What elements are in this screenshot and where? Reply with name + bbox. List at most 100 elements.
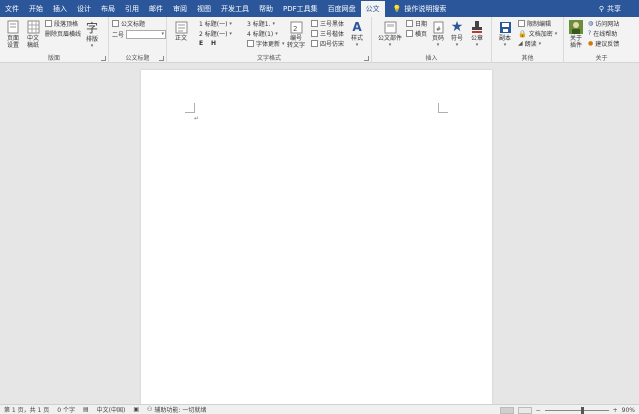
date-button[interactable]: 日期 [406, 19, 427, 28]
about-plugin-button[interactable]: 关于 插件 [567, 20, 585, 49]
macro-icon[interactable]: ▣ [129, 406, 143, 413]
e-label: E [199, 40, 204, 47]
language-indicator[interactable]: 中文(中国) [93, 405, 130, 414]
font-kaiti-label: 三号楷体 [320, 31, 345, 38]
word-count[interactable]: 0 个字 [53, 405, 79, 414]
font-fangsong-button[interactable]: 四号仿宋 [311, 39, 344, 48]
accessibility-label: 辅助功能: 一切就绪 [154, 407, 207, 414]
tab-0[interactable]: 文件 [0, 0, 24, 17]
visit-site-button[interactable]: ◍ 访问网站 [588, 19, 619, 28]
tab-11[interactable]: PDF工具集 [278, 0, 323, 17]
margin-mark-top-right [438, 103, 448, 113]
font-update-label: 字体更新 [256, 41, 281, 48]
chevron-down-icon: ▾ [161, 31, 165, 37]
share-button[interactable]: ⚲ 共享 [599, 0, 621, 17]
share-label: 共享 [607, 4, 621, 13]
remove-header-line-button[interactable]: 删除页眉横线 [45, 29, 81, 38]
grid-paper-icon [26, 20, 40, 34]
tab-3[interactable]: 设计 [72, 0, 96, 17]
chinese-grid-label: 中文 稿纸 [26, 35, 39, 49]
zoom-in-icon[interactable]: + [613, 407, 618, 414]
tab-4[interactable]: 布局 [96, 0, 120, 17]
doc-encrypt-button[interactable]: 🔒 文档加密 ▾ [518, 29, 558, 39]
web-layout-view-button[interactable] [517, 406, 532, 414]
visit-site-label: 访问网站 [595, 21, 620, 28]
vertical-scrollbar[interactable] [631, 63, 639, 404]
tab-10[interactable]: 帮助 [254, 0, 278, 17]
page-count[interactable]: 第 1 页，共 1 页 [0, 405, 53, 414]
numbering-button[interactable]: 2 编号 转文字 [286, 20, 306, 49]
chevron-down-icon: ▾ [355, 42, 359, 48]
tab-12[interactable]: 百度网盘 [323, 0, 361, 17]
title-size-select[interactable]: ▾ [126, 30, 167, 39]
svg-text:2: 2 [293, 25, 297, 33]
heading2-button[interactable]: 2 标题(一) ▾ [199, 29, 232, 39]
e-button[interactable]: E [199, 39, 203, 48]
chevron-down-icon: ▾ [538, 40, 542, 47]
group-insert: 公文部件 ▾ 日期 横页 # 页码 ▾ ★ 符号 ▾ 公章 ▾ 插入 [372, 17, 492, 63]
copy-button[interactable]: 副本 ▾ [497, 20, 513, 49]
group-launcher-icon[interactable] [101, 56, 106, 61]
font-kaiti-button[interactable]: 三号楷体 [311, 29, 344, 38]
restrict-edit-label: 限制编辑 [527, 21, 552, 28]
tab-7[interactable]: 审阅 [168, 0, 192, 17]
tab-9[interactable]: 开发工具 [216, 0, 254, 17]
tab-8[interactable]: 视图 [192, 0, 216, 17]
font-update-button[interactable]: 字体更新 ▾ [247, 39, 285, 48]
zoom-slider-thumb[interactable] [580, 406, 584, 414]
symbol-button[interactable]: ★ 符号 ▾ [449, 20, 465, 49]
chevron-down-icon: ▾ [554, 30, 558, 37]
font-update-icon [247, 40, 254, 47]
para-top-label: 段落顶格 [54, 21, 79, 28]
tab-2[interactable]: 插入 [48, 0, 72, 17]
tell-me-search[interactable]: 💡 操作说明搜索 [385, 0, 447, 17]
accessibility-status[interactable]: ⚇ 辅助功能: 一切就绪 [143, 405, 210, 414]
layout-button[interactable]: 字 排版 ▾ [83, 21, 101, 50]
zoom-level[interactable]: 90% [622, 407, 635, 414]
h-button[interactable]: H [211, 39, 216, 48]
horizontal-page-button[interactable]: 横页 [406, 29, 427, 38]
font-heiti-button[interactable]: 三号黑体 [311, 19, 344, 28]
page-number-button[interactable]: # 页码 ▾ [430, 20, 446, 49]
proofing-icon[interactable]: ▤ [79, 406, 93, 413]
read-aloud-button[interactable]: ◢ 朗读 ▾ [518, 39, 541, 48]
group-launcher-icon[interactable] [159, 56, 164, 61]
zoom-out-icon[interactable]: − [536, 407, 541, 414]
chevron-down-icon: ▾ [90, 43, 94, 49]
tab-13[interactable]: 公文 [360, 0, 385, 17]
title-size-label: 二号 [112, 32, 125, 39]
star-icon: ★ [450, 18, 464, 35]
heading3-button[interactable]: 3 标题1. ▾ [247, 19, 275, 29]
doc-title-button[interactable]: 公文标题 [112, 19, 145, 28]
save-copy-icon [498, 20, 512, 34]
style-button[interactable]: A 样式 ▾ [348, 20, 366, 49]
document-page[interactable]: ↵ [141, 70, 492, 404]
heading1-button[interactable]: 1 标题(一) ▾ [199, 19, 232, 29]
page-setup-label: 页面 设置 [6, 35, 19, 49]
group-launcher-icon[interactable] [364, 56, 369, 61]
font-fangsong-label: 四号仿宋 [320, 41, 345, 48]
page-setup-button[interactable]: 页面 设置 [4, 20, 22, 49]
tab-1[interactable]: 开始 [24, 0, 48, 17]
tab-6[interactable]: 邮件 [144, 0, 168, 17]
chevron-down-icon: ▾ [475, 42, 479, 48]
tab-5[interactable]: 引用 [120, 0, 144, 17]
para-top-button[interactable]: 段落顶格 [45, 19, 78, 28]
feedback-button[interactable]: ● 建议反馈 [588, 39, 619, 48]
zoom-slider[interactable] [544, 406, 609, 414]
body-text-button[interactable]: 正文 [172, 20, 190, 42]
chinese-grid-button[interactable]: 中文 稿纸 [24, 20, 42, 49]
print-layout-view-button[interactable] [499, 406, 514, 414]
para-top-icon [45, 20, 52, 27]
group-label-layout: 版面 [47, 55, 60, 62]
document-canvas: ↵ [0, 63, 639, 404]
chevron-down-icon: ▾ [272, 20, 275, 27]
doc-parts-button[interactable]: 公文部件 ▾ [377, 20, 403, 49]
restrict-edit-button[interactable]: 限制编辑 [518, 19, 551, 28]
heading1-label: 1 标题(一) [199, 21, 228, 28]
heading4-button[interactable]: 4 标题(1) ▾ [247, 29, 278, 39]
online-help-button[interactable]: ? 在线帮助 [588, 29, 617, 38]
heading4-label: 4 标题(1) [247, 31, 274, 38]
seal-button[interactable]: 公章 ▾ [469, 20, 485, 49]
page-number-icon: # [431, 20, 445, 34]
